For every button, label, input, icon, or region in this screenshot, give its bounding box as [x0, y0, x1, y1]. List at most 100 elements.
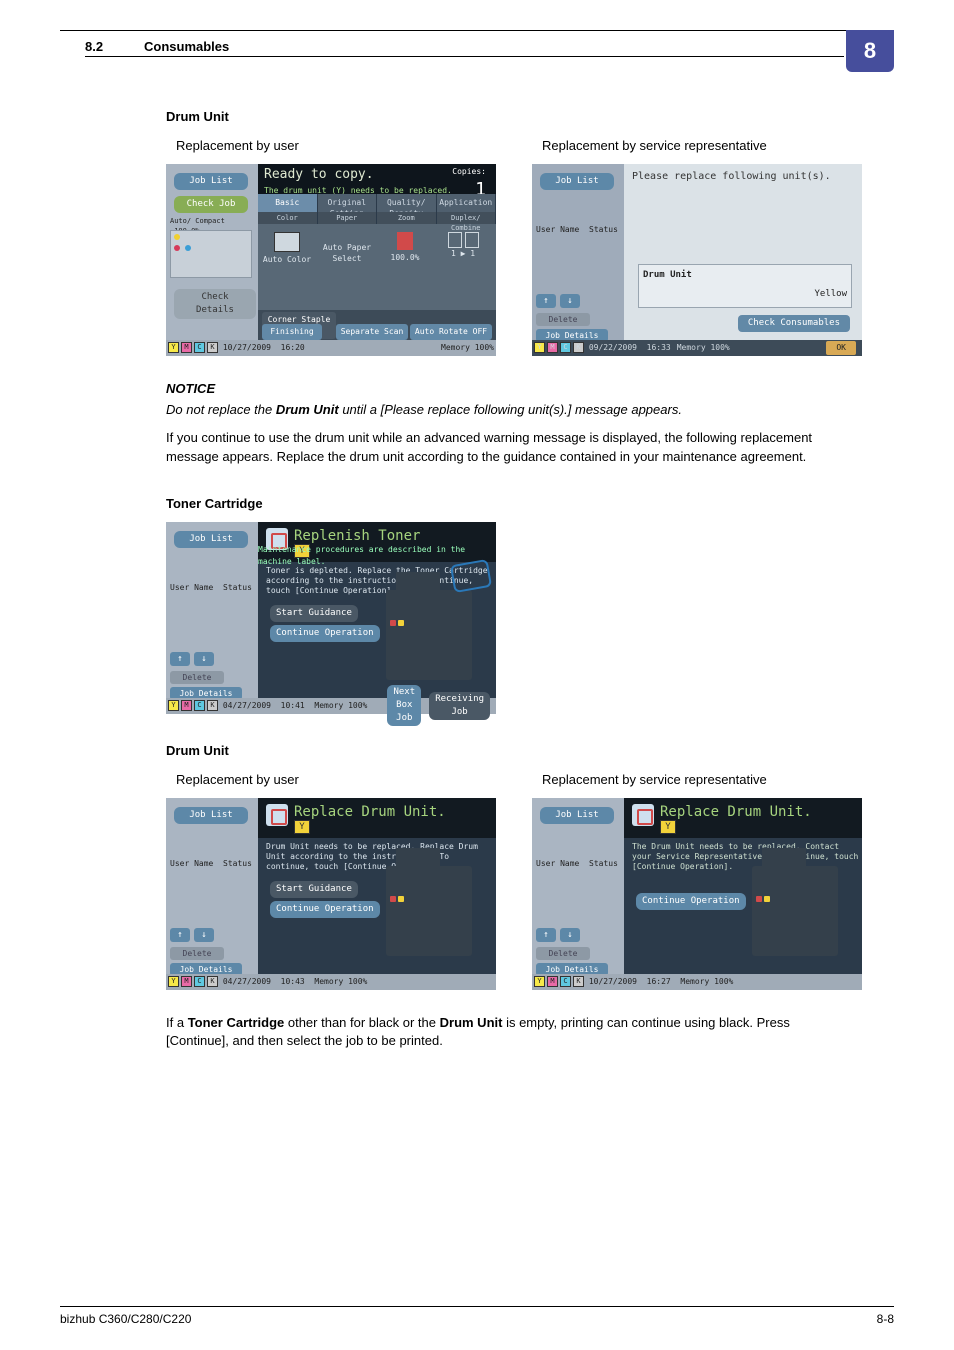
paragraph-2: If a Toner Cartridge other than for blac…: [166, 1014, 844, 1052]
job-list-button[interactable]: Job List: [174, 807, 248, 824]
tile-color[interactable]: Auto Color: [263, 255, 311, 264]
start-guidance-button[interactable]: Start Guidance: [270, 605, 358, 622]
hdr-zoom: Zoom: [377, 212, 437, 224]
status-mem-label: Memory: [314, 976, 343, 988]
side-user-label: User Name: [170, 583, 213, 592]
arrow-up-button[interactable]: ↑: [536, 294, 556, 308]
start-guidance-button[interactable]: Start Guidance: [270, 881, 358, 898]
tab-basic[interactable]: Basic: [258, 194, 318, 212]
screenshot-replace-drum-srv: Job List User Name Status ↑↓ Delete Job …: [532, 798, 862, 990]
arrow-up-button[interactable]: ↑: [170, 652, 190, 666]
top-rule: [60, 30, 894, 31]
side-status-label: Status: [223, 859, 252, 868]
status-mem-value: 100%: [710, 343, 729, 352]
paragraph-1: If you continue to use the drum unit whi…: [166, 429, 844, 467]
toner-k-icon: K: [573, 976, 584, 987]
side-status-label: Status: [589, 225, 618, 234]
footer-page: 8-8: [877, 1311, 894, 1328]
tile-paper[interactable]: Auto Paper Select: [323, 243, 371, 264]
arrow-down-button[interactable]: ↓: [560, 928, 580, 942]
status-time: 10:43: [281, 976, 305, 988]
caption-srv-2: Replacement by service representative: [542, 771, 862, 790]
job-list-button[interactable]: Job List: [174, 531, 248, 548]
separate-scan-button[interactable]: Separate Scan: [336, 324, 408, 340]
delete-button[interactable]: Delete: [170, 671, 224, 684]
check-consumables-button[interactable]: Check Consumables: [738, 315, 850, 332]
side-user-label: User Name: [536, 859, 579, 868]
toner-y-icon: Y: [168, 342, 179, 353]
hdr-color: Color: [258, 212, 318, 224]
auto-compact-label: Auto/ Compact: [170, 217, 225, 225]
printer-illustration: [386, 866, 472, 956]
notice-heading: NOTICE: [166, 380, 844, 399]
tab-application[interactable]: Application: [437, 194, 497, 212]
toner-c-icon: C: [194, 700, 205, 711]
heading-drum-unit-1: Drum Unit: [166, 108, 844, 127]
continue-operation-button[interactable]: Continue Operation: [636, 893, 746, 910]
printer-illustration: [386, 590, 472, 680]
check-job-button[interactable]: Check Job: [174, 196, 248, 213]
hdr-paper: Paper: [318, 212, 378, 224]
toner-y-icon: Y: [168, 700, 179, 711]
job-list-button[interactable]: Job List: [540, 807, 614, 824]
arrow-down-button[interactable]: ↓: [194, 928, 214, 942]
screenshot-replace-unit: Job List User Name Status ↑↓ Delete Job …: [532, 164, 862, 356]
alert-icon: [632, 804, 654, 826]
status-mem-label: Memory: [441, 343, 470, 352]
status-mem-label: Memory: [680, 976, 709, 988]
screenshot-replenish-toner: Job List User Name Status ↑↓ Delete Job …: [166, 522, 496, 714]
check-details-button[interactable]: Check Details: [174, 289, 256, 319]
ok-button[interactable]: OK: [826, 341, 856, 355]
delete-button[interactable]: Delete: [536, 947, 590, 960]
caption-user-1: Replacement by user: [176, 137, 496, 156]
toner-m-icon: M: [181, 976, 192, 987]
status-date: 10/27/2009: [589, 976, 637, 988]
heading-drum-unit-2: Drum Unit: [166, 742, 844, 761]
toner-m-icon: M: [547, 976, 558, 987]
tile-zoom[interactable]: 100.0%: [391, 253, 420, 262]
continue-operation-button[interactable]: Continue Operation: [270, 625, 380, 642]
toner-c-icon: C: [194, 976, 205, 987]
drum-srv-title: Replace Drum Unit.: [660, 802, 812, 822]
status-mem-value: 100%: [348, 976, 367, 988]
status-time: 16:20: [281, 342, 305, 354]
arrow-down-button[interactable]: ↓: [194, 652, 214, 666]
next-box-job-button[interactable]: Next Box Job: [387, 685, 421, 726]
finishing-button[interactable]: Finishing: [262, 324, 322, 340]
status-date: 04/27/2009: [223, 700, 271, 712]
alert-icon: [266, 804, 288, 826]
unit-color: Yellow: [643, 288, 847, 301]
status-mem-value: 100%: [348, 700, 367, 712]
toner-k-icon: K: [207, 976, 218, 987]
arrow-up-button[interactable]: ↑: [170, 928, 190, 942]
arrow-down-button[interactable]: ↓: [560, 294, 580, 308]
caption-user-2: Replacement by user: [176, 771, 496, 790]
delete-button[interactable]: Delete: [170, 947, 224, 960]
tab-original[interactable]: Original Setting: [318, 194, 378, 212]
job-list-button[interactable]: Job List: [540, 173, 614, 190]
job-list-button[interactable]: Job List: [174, 173, 248, 190]
status-date: 10/27/2009: [223, 342, 271, 354]
status-time: 10:41: [281, 700, 305, 712]
toner-y-icon: Y: [534, 342, 545, 353]
hdr-duplex: Duplex/ Combine: [437, 212, 497, 224]
arrow-up-button[interactable]: ↑: [536, 928, 556, 942]
replace-unit-message: Please replace following unit(s).: [632, 170, 831, 185]
side-status-label: Status: [223, 583, 252, 592]
side-user-label: User Name: [536, 225, 579, 234]
drum-user-title: Replace Drum Unit.: [294, 802, 446, 822]
delete-button[interactable]: Delete: [536, 313, 590, 326]
tile-duplex[interactable]: 1 ▶ 1: [451, 249, 475, 258]
status-date: 09/22/2009: [589, 342, 637, 354]
continue-operation-button[interactable]: Continue Operation: [270, 901, 380, 918]
auto-rotate-button[interactable]: Auto Rotate OFF: [410, 324, 492, 340]
section-title: Consumables: [144, 38, 229, 57]
chapter-badge: 8: [846, 30, 894, 72]
tab-quality[interactable]: Quality/ Density: [377, 194, 437, 212]
toner-k-icon: K: [207, 342, 218, 353]
printer-illustration: [752, 866, 838, 956]
toner-k-icon: K: [573, 342, 584, 353]
status-time: 16:33: [647, 342, 671, 354]
status-mem-value: 100%: [475, 343, 494, 352]
caption-srv-1: Replacement by service representative: [542, 137, 862, 156]
